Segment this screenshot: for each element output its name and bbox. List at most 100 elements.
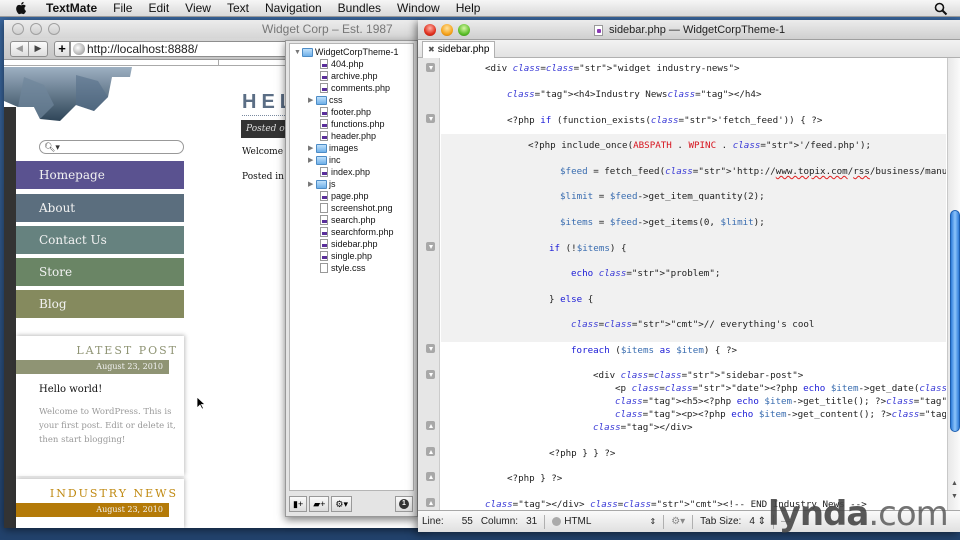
page-left-border xyxy=(4,107,16,528)
disclosure-closed-icon[interactable]: ▶ xyxy=(308,144,316,152)
tab-sidebar-php[interactable]: ✖ sidebar.php xyxy=(422,41,496,58)
back-button[interactable]: ◀ xyxy=(11,41,29,56)
fold-marker[interactable] xyxy=(426,242,435,251)
nav-buttons: ◀ ▶ xyxy=(10,40,48,57)
nav-blog[interactable]: Blog xyxy=(16,290,184,318)
tree-folder[interactable]: ▶ js xyxy=(308,178,336,190)
editor-minimize-button[interactable] xyxy=(441,24,453,36)
fold-marker[interactable] xyxy=(426,472,435,481)
file-icon xyxy=(320,203,328,213)
bundle-gear-menu[interactable]: ⚙▾ xyxy=(667,516,689,527)
menu-window[interactable]: Window xyxy=(389,1,448,15)
minimize-button[interactable] xyxy=(30,23,42,35)
language-selector[interactable]: HTML ⇕ xyxy=(548,516,660,527)
code-line: class="tag"><h4>Industry Newsclass="tag"… xyxy=(507,89,762,100)
tree-file[interactable]: 404.php xyxy=(320,58,364,70)
tree-file[interactable]: index.php xyxy=(320,166,370,178)
code-line: class=class="str">"cmt">// everything's … xyxy=(571,319,815,330)
tree-file[interactable]: searchform.php xyxy=(320,226,394,238)
tree-folder[interactable]: ▶ css xyxy=(308,94,343,106)
tree-file[interactable]: footer.php xyxy=(320,106,371,118)
scrollbar-thumb[interactable] xyxy=(950,210,960,432)
search-icon: 🔍︎▾ xyxy=(44,141,60,152)
disclosure-open-icon[interactable]: ▼ xyxy=(294,49,302,56)
fold-marker[interactable] xyxy=(426,498,435,507)
code-line: class="tag"></div> xyxy=(593,422,693,433)
fold-marker[interactable] xyxy=(426,370,435,379)
close-tab-icon[interactable]: ✖ xyxy=(428,42,435,58)
add-bookmark-button[interactable]: + xyxy=(54,40,70,57)
zoom-button[interactable] xyxy=(48,23,60,35)
nav-homepage[interactable]: Homepage xyxy=(16,161,184,189)
menu-bundles[interactable]: Bundles xyxy=(330,1,389,15)
disclosure-closed-icon[interactable]: ▶ xyxy=(308,96,316,104)
nav-about[interactable]: About xyxy=(16,194,184,222)
latest-post-excerpt: Welcome to WordPress. This is your first… xyxy=(39,407,176,445)
new-file-button[interactable]: ▮+ xyxy=(289,496,308,512)
editor-gutter xyxy=(418,58,440,510)
tab-label: sidebar.php xyxy=(437,44,490,55)
editor-zoom-button[interactable] xyxy=(458,24,470,36)
industry-news-date: August 23, 2010 xyxy=(16,503,169,517)
menu-text[interactable]: Text xyxy=(219,1,257,15)
vertical-scrollbar[interactable]: ▲ ▼ xyxy=(947,58,960,510)
tree-file[interactable]: header.php xyxy=(320,130,376,142)
folder-icon xyxy=(302,47,313,57)
menu-app-name[interactable]: TextMate xyxy=(38,1,105,15)
tree-file[interactable]: search.php xyxy=(320,214,376,226)
fold-marker[interactable] xyxy=(426,344,435,353)
tree-item-label: archive.php xyxy=(331,71,378,81)
new-folder-button[interactable]: ▰+ xyxy=(309,496,330,512)
code-line: $feed = fetch_feed(class="str">'http://w… xyxy=(560,166,946,177)
tree-file[interactable]: screenshot.png xyxy=(320,202,393,214)
nav-contact-us[interactable]: Contact Us xyxy=(16,226,184,254)
editor-close-button[interactable] xyxy=(424,24,436,36)
code-area[interactable]: <div class=class="str">"widget industry-… xyxy=(441,58,946,510)
scroll-down-arrow-icon[interactable]: ▼ xyxy=(950,493,959,500)
tree-folder[interactable]: ▶ inc xyxy=(308,154,341,166)
browser-titlebar: Widget Corp – Est. 1987 xyxy=(4,20,424,38)
menu-file[interactable]: File xyxy=(105,1,140,15)
tree-item-label: search.php xyxy=(331,215,376,225)
fold-marker[interactable] xyxy=(426,63,435,72)
menu-help[interactable]: Help xyxy=(448,1,489,15)
close-button[interactable] xyxy=(12,23,24,35)
menu-navigation[interactable]: Navigation xyxy=(257,1,330,15)
mouse-cursor-icon xyxy=(196,396,206,410)
tree-item-label: header.php xyxy=(331,131,377,141)
scroll-up-arrow-icon[interactable]: ▲ xyxy=(950,480,959,487)
tree-root-folder[interactable]: ▼ WidgetCorpTheme-1 xyxy=(294,46,399,58)
tree-file[interactable]: sidebar.php xyxy=(320,238,378,250)
tree-file[interactable]: single.php xyxy=(320,250,372,262)
actions-menu-button[interactable]: ⚙▾ xyxy=(331,496,352,512)
code-line: $items = $feed->get_items(0, $limit); xyxy=(560,217,765,228)
nav-store[interactable]: Store xyxy=(16,258,184,286)
forward-button[interactable]: ▶ xyxy=(29,42,47,56)
fold-marker[interactable] xyxy=(426,421,435,430)
menu-edit[interactable]: Edit xyxy=(140,1,177,15)
latest-post-title[interactable]: Hello world! xyxy=(16,374,184,395)
menu-view[interactable]: View xyxy=(177,1,219,15)
code-line: class="tag"><h5><?php echo $item->get_ti… xyxy=(615,396,946,407)
apple-icon[interactable] xyxy=(14,1,28,15)
spotlight-search-icon[interactable] xyxy=(934,2,948,16)
code-line: <div class=class="str">"sidebar-post"> xyxy=(593,370,804,381)
info-button[interactable]: 1 xyxy=(395,496,413,512)
tree-file[interactable]: archive.php xyxy=(320,70,378,82)
disclosure-closed-icon[interactable]: ▶ xyxy=(308,180,316,188)
code-line: <?php if (function_exists(class="str">'f… xyxy=(507,115,823,126)
code-line: foreach ($items as $item) { ?> xyxy=(571,345,738,356)
tab-size-selector[interactable]: 4 ⇕ xyxy=(745,516,770,527)
tree-file[interactable]: page.php xyxy=(320,190,369,202)
editor-window-controls xyxy=(424,24,470,36)
tree-file[interactable]: comments.php xyxy=(320,82,390,94)
fold-marker[interactable] xyxy=(426,447,435,456)
tree-file[interactable]: style.css xyxy=(320,262,366,274)
tree-folder[interactable]: ▶ images xyxy=(308,142,358,154)
fold-marker[interactable] xyxy=(426,114,435,123)
site-search-input[interactable]: 🔍︎▾ xyxy=(39,140,184,154)
disclosure-closed-icon[interactable]: ▶ xyxy=(308,156,316,164)
editor-titlebar: sidebar.php — WidgetCorpTheme-1 xyxy=(418,20,960,40)
editor-window: sidebar.php — WidgetCorpTheme-1 ✖ sideba… xyxy=(418,20,960,532)
tree-file[interactable]: functions.php xyxy=(320,118,385,130)
